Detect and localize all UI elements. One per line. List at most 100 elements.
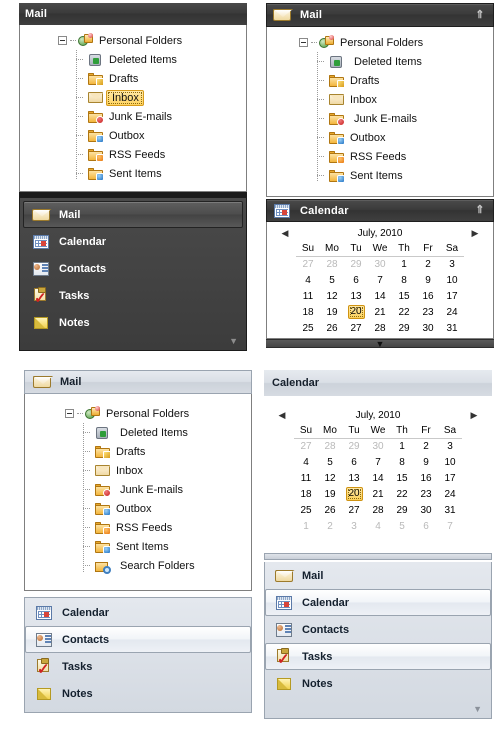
mail-header-dark-icon[interactable]: Mail ⇑	[266, 3, 494, 27]
nav-item-calendar[interactable]: Calendar	[25, 599, 251, 626]
tree-item-outbox[interactable]: Outbox	[317, 128, 493, 147]
calendar-day[interactable]: 24	[440, 304, 464, 320]
expander-minus-icon[interactable]	[65, 409, 74, 418]
nav-item-tasks[interactable]: ✓ Tasks	[25, 653, 251, 680]
tree-item-outbox[interactable]: Outbox	[76, 126, 246, 145]
calendar-day[interactable]: 2	[414, 438, 438, 454]
calendar-day[interactable]: 18	[294, 486, 318, 502]
chevron-down-icon[interactable]: ▼	[376, 340, 385, 349]
calendar-day[interactable]: 2	[416, 256, 440, 272]
calendar-header-light-plain[interactable]: Calendar	[264, 370, 492, 396]
calendar-day[interactable]: 26	[318, 502, 342, 518]
calendar-day[interactable]: 30	[414, 502, 438, 518]
calendar-day[interactable]: 16	[414, 470, 438, 486]
calendar-day[interactable]: 22	[392, 304, 416, 320]
calendar-day[interactable]: 14	[368, 288, 392, 304]
calendar-day[interactable]: 30	[416, 320, 440, 336]
tree-item-junk-emails[interactable]: Junk E-mails	[83, 480, 251, 499]
double-chevron-up-icon[interactable]: ⇑	[473, 205, 487, 216]
calendar-day[interactable]: 27	[294, 438, 318, 454]
calendar-grid-short[interactable]: Su Mo Tu We Th Fr Sa 27 28 29 30 1 2 3 4 5 6 7 8 9 10…	[296, 241, 464, 336]
calendar-day[interactable]: 15	[392, 288, 416, 304]
calendar-day[interactable]: 8	[392, 272, 416, 288]
tree-item-search-folders[interactable]: Search Folders	[83, 556, 251, 575]
chevron-down-icon[interactable]: ▼	[473, 704, 482, 714]
calendar-day[interactable]: 28	[366, 502, 390, 518]
expander-minus-icon[interactable]	[299, 38, 308, 47]
calendar-day[interactable]: 25	[296, 320, 320, 336]
calendar-day[interactable]: 19	[320, 304, 344, 320]
calendar-day[interactable]: 17	[438, 470, 462, 486]
tree-root-personal-folders[interactable]: Personal Folders	[267, 33, 493, 52]
calendar-day[interactable]: 27	[342, 502, 366, 518]
nav-item-calendar[interactable]: Calendar	[265, 589, 491, 616]
calendar-day[interactable]: 7	[438, 518, 462, 534]
tree-item-drafts[interactable]: Drafts	[76, 69, 246, 88]
tree-item-rss-feeds[interactable]: RSS Feeds	[83, 518, 251, 537]
nav-item-calendar[interactable]: Calendar	[23, 228, 243, 255]
calendar-day[interactable]: 23	[414, 486, 438, 502]
calendar-day[interactable]: 6	[414, 518, 438, 534]
panel-splitter[interactable]	[264, 553, 492, 560]
tree-item-junk-emails[interactable]: Junk E-mails	[76, 107, 246, 126]
calendar-day[interactable]: 12	[318, 470, 342, 486]
nav-item-notes[interactable]: Notes	[25, 680, 251, 707]
tree-item-sent-items[interactable]: Sent Items	[83, 537, 251, 556]
tree-item-junk-emails[interactable]: Junk E-mails	[317, 109, 493, 128]
calendar-day[interactable]: 11	[294, 470, 318, 486]
calendar-day[interactable]: 27	[296, 256, 320, 272]
calendar-day[interactable]: 27	[344, 320, 368, 336]
calendar-day[interactable]: 22	[390, 486, 414, 502]
calendar-day[interactable]: 12	[320, 288, 344, 304]
calendar-day[interactable]: 4	[366, 518, 390, 534]
calendar-day[interactable]: 4	[294, 454, 318, 470]
calendar-day[interactable]: 3	[438, 438, 462, 454]
triangle-right-icon[interactable]: ▶	[469, 228, 481, 239]
calendar-day[interactable]: 13	[344, 288, 368, 304]
double-chevron-up-icon[interactable]: ⇑	[473, 9, 487, 21]
triangle-left-icon[interactable]: ◀	[279, 228, 291, 239]
calendar-day[interactable]: 1	[392, 256, 416, 272]
calendar-day[interactable]: 6	[344, 272, 368, 288]
calendar-day[interactable]: 3	[342, 518, 366, 534]
expander-minus-icon[interactable]	[58, 36, 67, 45]
nav-item-notes[interactable]: Notes	[265, 670, 491, 697]
nav-item-contacts[interactable]: Contacts	[25, 626, 251, 653]
tree-item-deleted-items[interactable]: Deleted Items	[317, 52, 493, 71]
calendar-day[interactable]: 11	[296, 288, 320, 304]
calendar-day[interactable]: 7	[368, 272, 392, 288]
panel-splitter[interactable]: ▼	[266, 339, 494, 349]
calendar-day[interactable]: 28	[320, 256, 344, 272]
calendar-day[interactable]: 5	[320, 272, 344, 288]
tree-item-outbox[interactable]: Outbox	[83, 499, 251, 518]
mail-header-dark-plain[interactable]: Mail	[19, 3, 247, 25]
calendar-day[interactable]: 2	[318, 518, 342, 534]
calendar-day[interactable]: 13	[342, 470, 366, 486]
tree-item-sent-items[interactable]: Sent Items	[317, 166, 493, 185]
tree-item-rss-feeds[interactable]: RSS Feeds	[76, 145, 246, 164]
calendar-day[interactable]: 4	[296, 272, 320, 288]
calendar-day[interactable]: 26	[320, 320, 344, 336]
calendar-day[interactable]: 16	[416, 288, 440, 304]
tree-item-deleted-items[interactable]: Deleted Items	[83, 423, 251, 442]
tree-item-inbox[interactable]: Inbox	[76, 88, 246, 107]
calendar-day[interactable]: 28	[318, 438, 342, 454]
calendar-day[interactable]: 29	[344, 256, 368, 272]
calendar-day[interactable]: 3	[440, 256, 464, 272]
calendar-day[interactable]: 9	[416, 272, 440, 288]
tree-item-inbox[interactable]: Inbox	[83, 461, 251, 480]
calendar-day[interactable]: 10	[438, 454, 462, 470]
calendar-day[interactable]: 1	[294, 518, 318, 534]
tree-root-personal-folders[interactable]: Personal Folders	[25, 404, 251, 423]
calendar-day[interactable]: 19	[318, 486, 342, 502]
calendar-day[interactable]: 31	[438, 502, 462, 518]
tree-item-drafts[interactable]: Drafts	[317, 71, 493, 90]
tree-item-deleted-items[interactable]: Deleted Items	[76, 50, 246, 69]
tree-root-personal-folders[interactable]: Personal Folders	[20, 31, 246, 50]
tree-item-sent-items[interactable]: Sent Items	[76, 164, 246, 183]
calendar-day[interactable]: 30	[368, 256, 392, 272]
nav-item-mail[interactable]: Mail	[23, 201, 243, 228]
calendar-day[interactable]: 14	[366, 470, 390, 486]
calendar-day[interactable]: 29	[392, 320, 416, 336]
tree-item-drafts[interactable]: Drafts	[83, 442, 251, 461]
